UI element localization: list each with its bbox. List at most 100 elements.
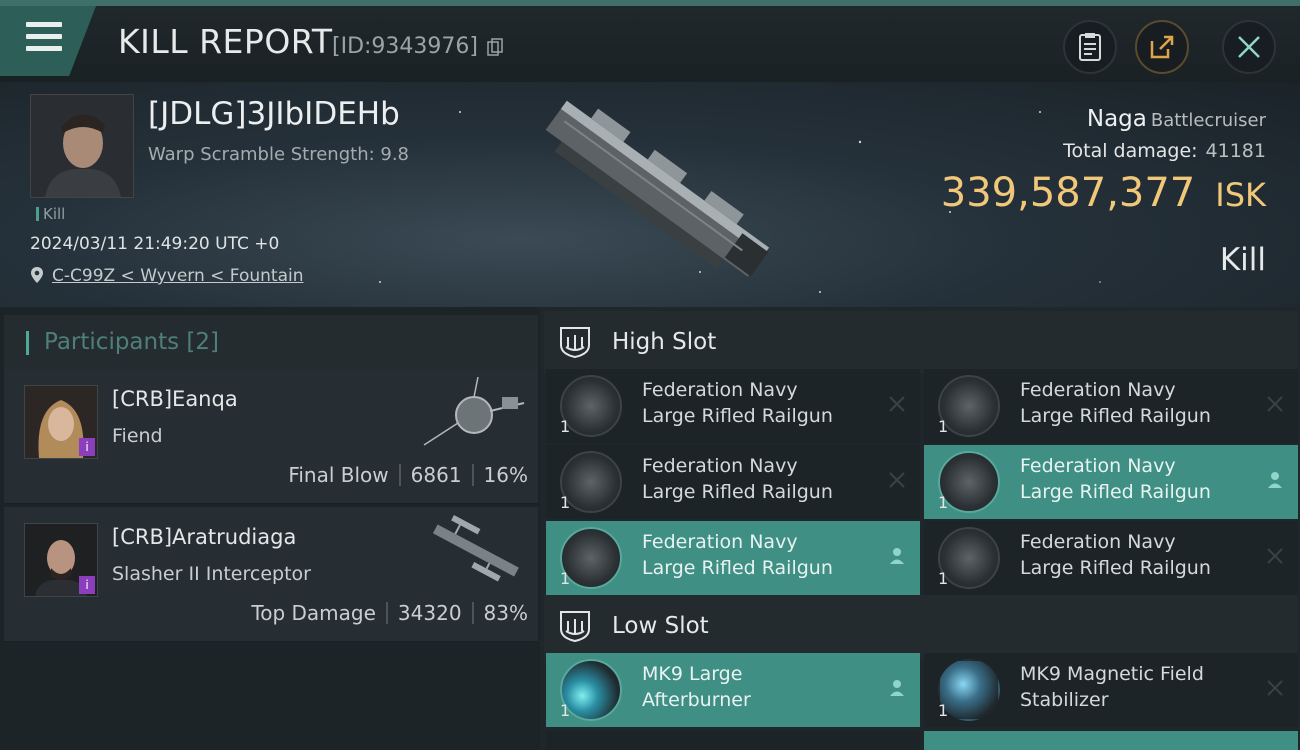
module-name-line1: Federation Navy: [1020, 379, 1176, 401]
kill-location[interactable]: C-C99Z < Wyvern < Fountain: [30, 266, 304, 286]
module-name-line2: Stabilizer: [1020, 689, 1109, 711]
participants-header[interactable]: Participants [2]: [4, 315, 538, 371]
victim-name: [JDLG]3JIbIDEHb: [148, 96, 400, 132]
module-item[interactable]: 1 Federation Navy Large Rifled Railgun: [546, 369, 920, 443]
menu-icon: [26, 22, 62, 27]
participant-avatar: i: [24, 523, 98, 597]
share-button[interactable]: [1135, 20, 1189, 74]
top-bar: KILL REPORT [ID:9343976]: [0, 0, 1300, 82]
module-qty: 1: [938, 493, 949, 512]
share-icon: [1150, 35, 1174, 59]
participants-title: Participants [2]: [44, 329, 219, 355]
menu-icon-bar: [26, 34, 62, 39]
module-item[interactable]: 1 Federation Navy Large Rifled Railgun: [924, 369, 1298, 443]
module-item-partial[interactable]: [924, 731, 1298, 750]
stats-separator: [398, 464, 401, 486]
module-name-line1: MK9 Large: [642, 663, 743, 685]
module-qty: 1: [560, 493, 571, 512]
clipboard-button[interactable]: [1063, 20, 1117, 74]
module-item-partial[interactable]: [546, 731, 920, 750]
participant-ship: Slasher II Interceptor: [112, 563, 311, 585]
module-item[interactable]: 1 Federation Navy Large Rifled Railgun: [924, 521, 1298, 595]
participant-row[interactable]: i [CRB]Aratrudiaga Slasher II Intercepto…: [4, 507, 538, 642]
ship-badge-icon: i: [79, 438, 95, 456]
victim-header: [JDLG]3JIbIDEHb Warp Scramble Strength: …: [0, 82, 1300, 307]
participants-label: Participants: [44, 329, 180, 355]
module-qty: 1: [938, 701, 949, 720]
page-title: KILL REPORT: [118, 22, 333, 61]
kill-datetime: 2024/03/11 21:49:20 UTC +0: [30, 234, 280, 254]
menu-button[interactable]: [0, 6, 96, 76]
module-qty: 1: [560, 417, 571, 436]
module-name-line1: Federation Navy: [642, 379, 798, 401]
low-slot-icon: [560, 611, 590, 643]
location-pin-icon: [31, 267, 43, 283]
participant-row[interactable]: i [CRB]Eanqa Fiend Final Blow 6861 16%: [4, 369, 538, 504]
module-item[interactable]: 1 MK9 Large Afterburner: [546, 653, 920, 727]
high-slot-title: High Slot: [612, 329, 717, 355]
module-item[interactable]: 1 MK9 Magnetic Field Stabilizer: [924, 653, 1298, 727]
ship-class: Battlecruiser: [1150, 110, 1266, 131]
close-icon: [1238, 36, 1260, 58]
dropped-icon: [890, 680, 904, 696]
participant-percent: 83%: [483, 601, 528, 625]
module-name-line1: Federation Navy: [642, 531, 798, 553]
header-accent: [26, 331, 29, 355]
module-name-line1: Federation Navy: [642, 455, 798, 477]
module-name-line2: Large Rifled Railgun: [642, 557, 833, 579]
destroyed-icon: [889, 396, 905, 412]
module-name-line2: Large Rifled Railgun: [642, 481, 833, 503]
copy-icon[interactable]: [487, 38, 503, 56]
module-name-line1: MK9 Magnetic Field: [1020, 663, 1204, 685]
module-name-line2: Afterburner: [642, 689, 751, 711]
participant-name: [CRB]Aratrudiaga: [112, 525, 297, 549]
module-name-line2: Large Rifled Railgun: [642, 405, 833, 427]
participant-stats: Final Blow 6861 16%: [288, 463, 528, 487]
warp-scramble-text: Warp Scramble Strength: 9.8: [148, 144, 410, 165]
kill-tag: Kill: [36, 205, 65, 223]
destroyed-icon: [889, 472, 905, 488]
module-qty: 1: [938, 417, 949, 436]
low-slot-header[interactable]: Low Slot: [544, 595, 1298, 657]
stats-separator: [471, 464, 474, 486]
module-name-line1: Federation Navy: [1020, 531, 1176, 553]
module-item[interactable]: 1 Federation Navy Large Rifled Railgun: [546, 445, 920, 519]
participant-role: Top Damage: [251, 601, 376, 625]
ship-badge-icon: i: [79, 576, 95, 594]
stats-separator: [471, 602, 474, 624]
isk-value: 339,587,377 ISK: [941, 170, 1266, 216]
module-name-line2: Large Rifled Railgun: [1020, 405, 1211, 427]
module-item[interactable]: 1 Federation Navy Large Rifled Railgun: [924, 445, 1298, 519]
fitting-panel: High Slot 1 Federation Navy Large Rifled…: [540, 307, 1300, 750]
high-slot-header[interactable]: High Slot: [544, 311, 1298, 373]
destroyed-icon: [1267, 680, 1283, 696]
module-qty: 1: [560, 701, 571, 720]
module-name-line2: Large Rifled Railgun: [1020, 481, 1211, 503]
module-name-line1: Federation Navy: [1020, 455, 1176, 477]
module-qty: 1: [560, 569, 571, 588]
fiend-ship-image: [423, 377, 525, 446]
clipboard-icon: [1079, 33, 1101, 61]
low-slot-title: Low Slot: [612, 613, 709, 639]
participant-name: [CRB]Eanqa: [112, 387, 238, 411]
participant-avatar: i: [24, 385, 98, 459]
participant-stats: Top Damage 34320 83%: [251, 601, 528, 625]
module-item[interactable]: 1 Federation Navy Large Rifled Railgun: [546, 521, 920, 595]
isk-amount: 339,587,377: [940, 170, 1196, 216]
total-damage-label: Total damage:: [1063, 140, 1198, 162]
total-damage-value: 41181: [1205, 140, 1266, 162]
participant-role: Final Blow: [288, 463, 389, 487]
close-button[interactable]: [1222, 20, 1276, 74]
destroyed-icon: [1267, 396, 1283, 412]
isk-unit: ISK: [1215, 176, 1266, 214]
participant-damage: 6861: [410, 463, 462, 487]
total-damage: Total damage: 41181: [1063, 140, 1266, 162]
module-name-line2: Large Rifled Railgun: [1020, 557, 1211, 579]
dropped-icon: [890, 548, 904, 564]
dropped-icon: [1268, 472, 1282, 488]
location-link[interactable]: C-C99Z < Wyvern < Fountain: [52, 266, 304, 286]
report-id: [ID:9343976]: [332, 34, 478, 59]
kill-tag-label: Kill: [43, 205, 66, 223]
menu-icon-bar: [26, 46, 62, 51]
victim-portrait[interactable]: [30, 94, 134, 198]
